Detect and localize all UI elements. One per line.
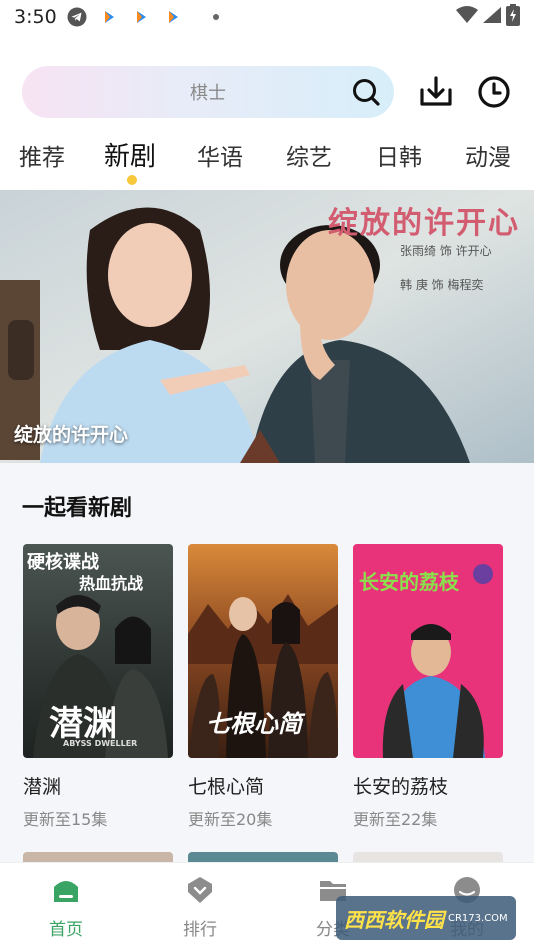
drama-poster: 硬核谍战 热血抗战 潜渊 ABYSS DWELLER (23, 544, 173, 758)
battery-icon (506, 4, 520, 30)
poster-subtitle: ABYSS DWELLER (63, 739, 138, 748)
drama-poster-peek[interactable] (23, 852, 173, 862)
status-bar: 3:50 (0, 0, 534, 34)
drama-card[interactable]: 七根心简 七根心简 更新至20集 (188, 544, 338, 829)
tab-japan-korea[interactable]: 日韩 (376, 138, 422, 172)
poster-title: 七根心简 (206, 709, 302, 738)
wifi-icon (456, 6, 478, 28)
nav-home[interactable]: 首页 (21, 875, 111, 940)
video-app-icon (131, 7, 151, 27)
video-app-icon (163, 7, 183, 27)
featured-banner[interactable]: 绽放的许开心 张雨绮 饰 许开心 韩 庚 饰 梅程奕 绽放的许开心 (0, 190, 534, 463)
nav-ranking[interactable]: 排行 (155, 875, 245, 940)
status-time: 3:50 (14, 6, 57, 28)
drama-poster: 七根心简 (188, 544, 338, 758)
drama-poster: 长安的荔枝 (353, 544, 503, 758)
watermark-sub: CR173.COM (448, 912, 508, 924)
history-clock-icon[interactable] (476, 74, 512, 110)
tab-anime[interactable]: 动漫 (465, 138, 511, 172)
video-app-icon (99, 7, 119, 27)
drama-title: 潜渊 (23, 776, 62, 798)
banner-credit: 张雨绮 饰 许开心 (400, 244, 492, 258)
drama-title: 长安的荔枝 (353, 776, 449, 798)
tab-variety[interactable]: 综艺 (286, 138, 332, 172)
telegram-icon (67, 7, 87, 27)
episode-status: 更新至22集 (353, 810, 438, 829)
poster-title: 潜渊 (49, 704, 117, 744)
active-tab-indicator (127, 175, 137, 185)
drama-poster-peek[interactable] (353, 852, 503, 862)
nav-label: 排行 (183, 920, 217, 940)
banner-logo: 绽放的许开心 (328, 206, 520, 241)
signal-icon (482, 6, 502, 28)
rank-icon (185, 875, 215, 905)
site-watermark: 西西软件园 CR173.COM (336, 896, 516, 940)
episode-status: 更新至15集 (23, 810, 108, 829)
search-input[interactable]: 棋士 (190, 79, 226, 105)
section-title: 一起看新剧 (22, 496, 133, 521)
tab-new-drama[interactable]: 新剧 (104, 136, 156, 173)
nav-label: 首页 (49, 920, 83, 940)
search-bar[interactable]: 棋士 (22, 66, 394, 118)
category-tabs: 推荐 新剧 华语 综艺 日韩 动漫 (0, 132, 534, 186)
poster-title: 长安的荔枝 (359, 570, 459, 594)
tab-chinese[interactable]: 华语 (197, 138, 243, 172)
watermark-text: 西西软件园 (344, 907, 444, 932)
banner-credit: 韩 庚 饰 梅程奕 (400, 278, 484, 292)
download-icon[interactable] (418, 74, 454, 110)
episode-status: 更新至20集 (188, 810, 273, 829)
home-icon (51, 875, 81, 905)
tab-recommend[interactable]: 推荐 (19, 138, 65, 172)
banner-caption: 绽放的许开心 (14, 424, 129, 446)
notification-dot-icon (212, 14, 219, 20)
poster-tagline: 热血抗战 (79, 574, 144, 593)
drama-poster-peek[interactable] (188, 852, 338, 862)
drama-card[interactable]: 硬核谍战 热血抗战 潜渊 ABYSS DWELLER 潜渊 更新至15集 (23, 544, 173, 829)
search-icon[interactable] (352, 78, 380, 106)
drama-title: 七根心简 (188, 776, 265, 798)
drama-card[interactable]: 长安的荔枝 长安的荔枝 更新至22集 (353, 544, 503, 829)
